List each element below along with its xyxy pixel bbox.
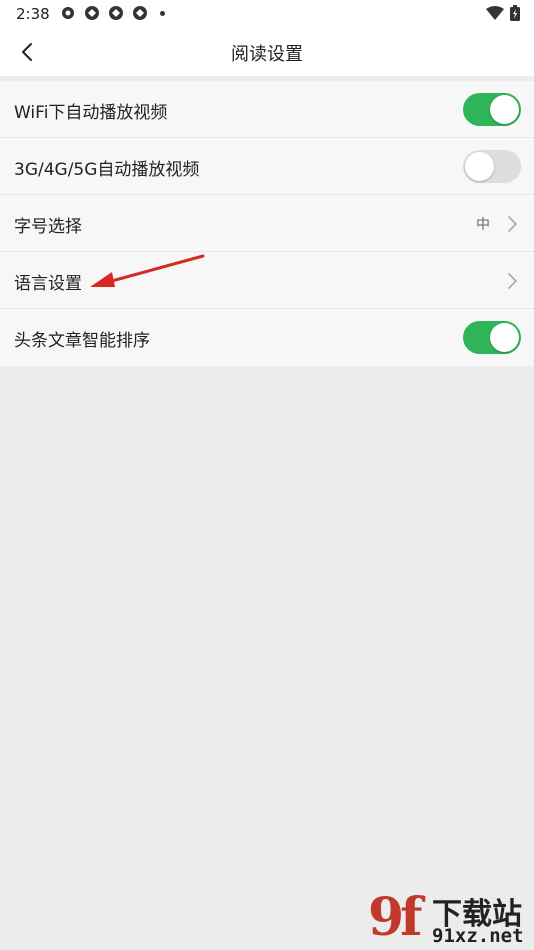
settings-notification-icon xyxy=(60,5,76,21)
app-header: 阅读设置 xyxy=(0,28,534,76)
toggle-knob xyxy=(490,95,519,124)
setting-label: 头条文章智能排序 xyxy=(14,331,150,351)
setting-row-mobile-autoplay[interactable]: 3G/4G/5G自动播放视频 xyxy=(0,138,534,195)
app-notification-icon xyxy=(132,5,148,21)
app-notification-icon xyxy=(84,5,100,21)
setting-row-smart-sort[interactable]: 头条文章智能排序 xyxy=(0,309,534,366)
settings-list: WiFi下自动播放视频 3G/4G/5G自动播放视频 字号选择 中 语言设置 头… xyxy=(0,81,534,366)
status-bar: 2:38 xyxy=(0,0,534,28)
mobile-autoplay-toggle[interactable] xyxy=(463,150,521,183)
notification-icons xyxy=(60,5,165,21)
setting-row-wifi-autoplay[interactable]: WiFi下自动播放视频 xyxy=(0,81,534,138)
status-time: 2:38 xyxy=(16,5,50,23)
system-status-icons xyxy=(486,5,520,25)
wifi-icon xyxy=(486,6,504,24)
setting-label: 字号选择 xyxy=(14,217,82,237)
watermark-logo: 9f 下载站 91xz.net xyxy=(360,885,534,950)
page-title: 阅读设置 xyxy=(231,44,303,65)
setting-label: 3G/4G/5G自动播放视频 xyxy=(14,160,200,180)
watermark-logo-mark: 9f xyxy=(368,887,423,948)
wifi-autoplay-toggle[interactable] xyxy=(463,93,521,126)
smart-sort-toggle[interactable] xyxy=(463,321,521,354)
toggle-knob xyxy=(465,152,494,181)
app-notification-icon xyxy=(108,5,124,21)
toggle-knob xyxy=(490,323,519,352)
watermark-bottom-text: 91xz.net xyxy=(432,925,524,947)
chevron-right-icon xyxy=(508,273,517,289)
setting-row-language[interactable]: 语言设置 xyxy=(0,252,534,309)
setting-label: WiFi下自动播放视频 xyxy=(14,103,168,123)
font-size-value: 中 xyxy=(476,217,490,233)
chevron-right-icon xyxy=(508,216,517,232)
setting-row-font-size[interactable]: 字号选择 中 xyxy=(0,195,534,252)
more-notifications-dot-icon xyxy=(160,10,165,16)
setting-label: 语言设置 xyxy=(14,274,82,294)
battery-icon xyxy=(510,5,520,25)
